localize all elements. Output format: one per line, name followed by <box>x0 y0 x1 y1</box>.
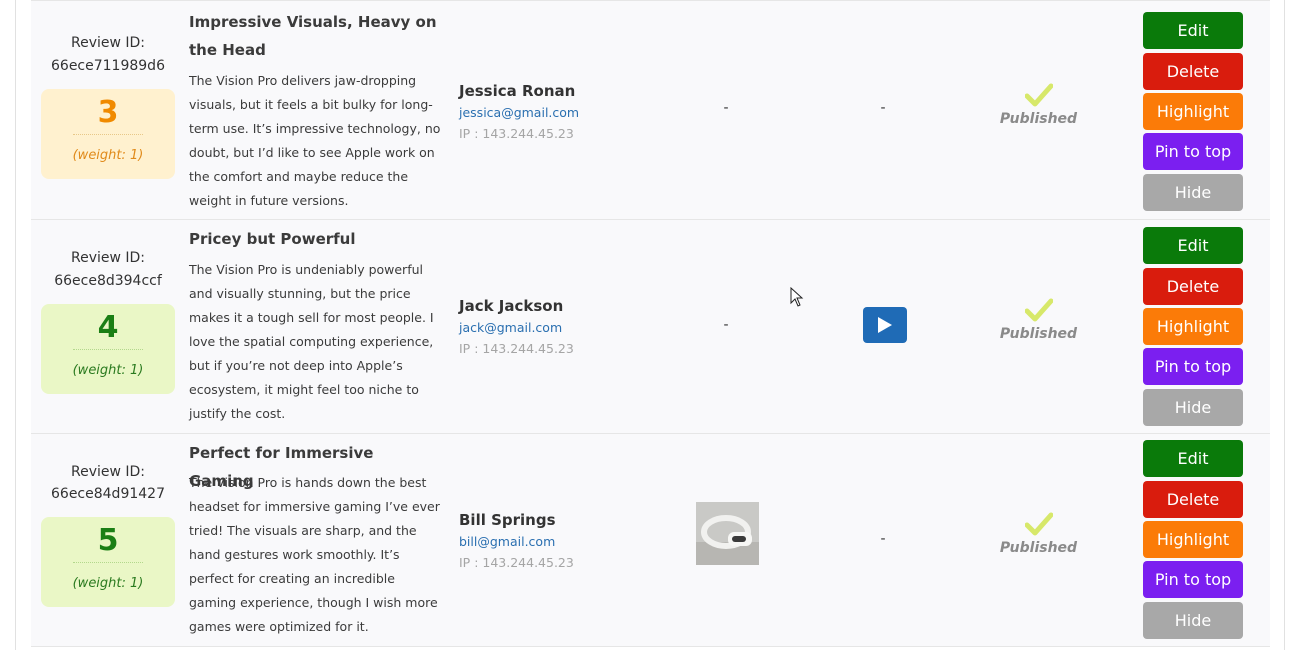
hide-button[interactable]: Hide <box>1143 389 1243 426</box>
table-row: Review ID: 66ece8d394ccf 4 (weight: 1) P… <box>31 219 1270 433</box>
rating-box: 3 (weight: 1) <box>41 89 175 179</box>
author-ip: IP : 143.244.45.23 <box>459 555 574 570</box>
headset-thumbnail[interactable] <box>696 502 759 565</box>
author-name: Jack Jackson <box>459 297 564 315</box>
edit-button[interactable]: Edit <box>1143 440 1243 477</box>
rating-box: 5 (weight: 1) <box>41 517 175 607</box>
rating-divider <box>73 562 143 563</box>
check-icon <box>1024 83 1053 107</box>
review-body: The Vision Pro delivers jaw-dropping vis… <box>189 73 441 208</box>
author-ip: IP : 143.244.45.23 <box>459 341 574 356</box>
pin-to-top-button[interactable]: Pin to top <box>1143 561 1243 598</box>
check-icon <box>1024 298 1053 322</box>
media-cell: - <box>723 317 729 333</box>
rating-weight: (weight: 1) <box>72 148 144 163</box>
pin-to-top-button[interactable]: Pin to top <box>1143 133 1243 170</box>
review-title: Pricey but Powerful <box>189 230 356 248</box>
review-author: Jessica Ronan jessica@gmail.com IP : 143… <box>459 79 659 145</box>
table-row: Review ID: 66ece711989d6 3 (weight: 1) I… <box>31 0 1270 219</box>
rating-box: 4 (weight: 1) <box>41 304 175 394</box>
edit-button[interactable]: Edit <box>1143 12 1243 49</box>
rating-divider <box>73 134 143 135</box>
rating-weight: (weight: 1) <box>72 576 144 591</box>
status-cell: Published <box>981 83 1096 131</box>
hide-button[interactable]: Hide <box>1143 602 1243 639</box>
review-title: Impressive Visuals, Heavy on the Head <box>189 13 437 59</box>
edit-button[interactable]: Edit <box>1143 227 1243 264</box>
play-video-button[interactable] <box>863 307 907 343</box>
review-id-label: Review ID: <box>70 35 146 51</box>
check-icon <box>1024 512 1053 536</box>
review-id-label: Review ID: <box>70 250 146 266</box>
rating-divider <box>73 349 143 350</box>
review-author: Bill Springs bill@gmail.com IP : 143.244… <box>459 508 659 574</box>
author-ip: IP : 143.244.45.23 <box>459 126 574 141</box>
highlight-button[interactable]: Highlight <box>1143 521 1243 558</box>
review-id: 66ece711989d6 <box>51 58 165 74</box>
status-cell: Published <box>981 298 1096 346</box>
delete-button[interactable]: Delete <box>1143 53 1243 90</box>
rating-value: 4 <box>97 310 119 345</box>
rating-weight: (weight: 1) <box>72 363 144 378</box>
status-cell: Published <box>981 512 1096 560</box>
review-id: 66ece84d91427 <box>51 486 165 502</box>
status-text: Published <box>999 540 1078 556</box>
rating-value: 3 <box>97 95 119 130</box>
status-text: Published <box>999 326 1078 342</box>
hide-button[interactable]: Hide <box>1143 174 1243 211</box>
mouse-cursor-icon <box>790 287 804 307</box>
video-cell: - <box>880 100 886 116</box>
status-text: Published <box>999 111 1078 127</box>
play-icon <box>878 317 892 333</box>
highlight-button[interactable]: Highlight <box>1143 93 1243 130</box>
author-email[interactable]: bill@gmail.com <box>459 532 659 552</box>
video-cell: - <box>880 531 886 547</box>
delete-button[interactable]: Delete <box>1143 481 1243 518</box>
delete-button[interactable]: Delete <box>1143 268 1243 305</box>
review-id-label: Review ID: <box>70 464 146 480</box>
author-email[interactable]: jack@gmail.com <box>459 318 659 338</box>
review-body: The Vision Pro is hands down the best he… <box>189 475 440 634</box>
highlight-button[interactable]: Highlight <box>1143 308 1243 345</box>
rating-value: 5 <box>97 523 119 558</box>
author-email[interactable]: jessica@gmail.com <box>459 103 659 123</box>
review-body: The Vision Pro is undeniably powerful an… <box>189 262 434 421</box>
review-author: Jack Jackson jack@gmail.com IP : 143.244… <box>459 294 659 360</box>
pin-to-top-button[interactable]: Pin to top <box>1143 348 1243 385</box>
author-name: Bill Springs <box>459 511 556 529</box>
table-row: Review ID: 66ece84d91427 5 (weight: 1) P… <box>31 433 1270 647</box>
review-id: 66ece8d394ccf <box>54 273 162 289</box>
media-cell: - <box>723 100 729 116</box>
author-name: Jessica Ronan <box>459 82 576 100</box>
